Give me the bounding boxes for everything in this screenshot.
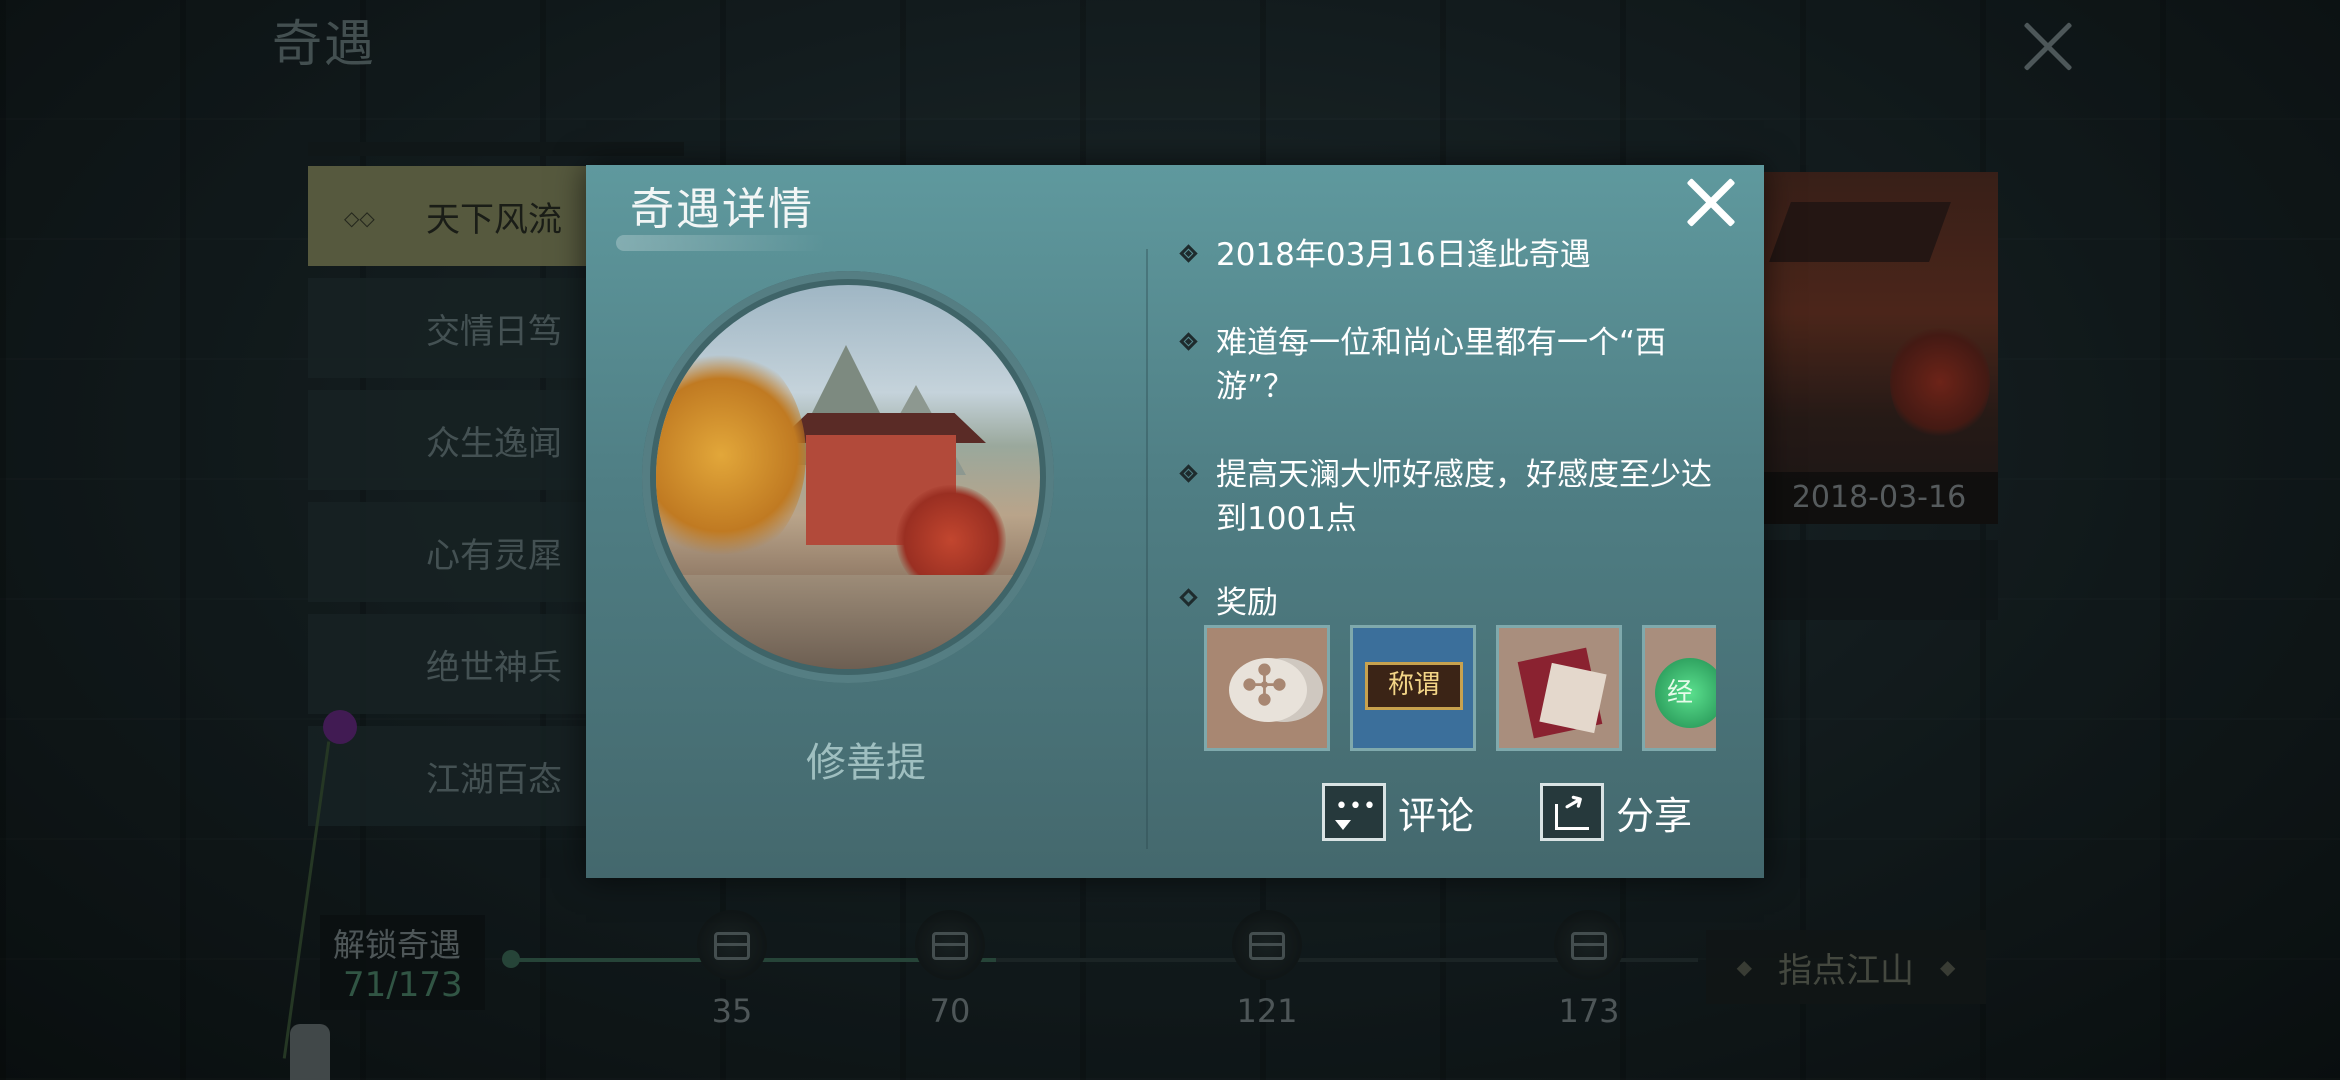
diamond-bullet-icon (1179, 244, 1198, 263)
reward-heading: 奖励 (1176, 577, 1278, 622)
title-plaque-icon[interactable]: 称谓 (1350, 625, 1476, 751)
jade-orb-icon[interactable]: 经 (1642, 625, 1716, 751)
book-icon[interactable] (1496, 625, 1622, 751)
diamond-bullet-icon (1179, 332, 1198, 351)
encounter-info-list: 2018年03月16日逢此奇遇 难道每一位和尚心里都有一个“西游”？ 提高天澜大… (1176, 233, 1736, 585)
diamond-bullet-icon (1179, 588, 1198, 607)
encounter-portrait-frame (642, 271, 1054, 683)
encounter-date-line: 2018年03月16日逢此奇遇 (1176, 233, 1736, 277)
dialog-title: 奇遇详情 (630, 184, 814, 235)
diamond-bullet-icon (1179, 464, 1198, 483)
encounter-name: 修善提 (806, 740, 926, 786)
comment-icon (1322, 783, 1386, 841)
encounter-requirement-line: 提高天澜大师好感度，好感度至少达到1001点 (1176, 453, 1736, 541)
encounter-detail-dialog: 奇遇详情 修善提 2018年03月16日逢此奇遇 难道每一位和尚心里都有一个“西… (586, 165, 1764, 878)
title-brush-stroke (616, 235, 826, 251)
share-button[interactable]: 分享 (1540, 783, 1692, 841)
share-label: 分享 (1616, 793, 1693, 838)
close-icon[interactable] (1680, 171, 1742, 233)
encounter-description-line: 难道每一位和尚心里都有一个“西游”？ (1176, 321, 1736, 409)
comment-button[interactable]: 评论 (1322, 783, 1474, 841)
temple-scene-image (656, 285, 1040, 669)
share-icon (1540, 783, 1604, 841)
comment-label: 评论 (1398, 793, 1475, 838)
dialog-divider (1146, 249, 1148, 849)
reward-list: 称谓 经 (1204, 625, 1716, 757)
coin-icon[interactable] (1204, 625, 1330, 751)
